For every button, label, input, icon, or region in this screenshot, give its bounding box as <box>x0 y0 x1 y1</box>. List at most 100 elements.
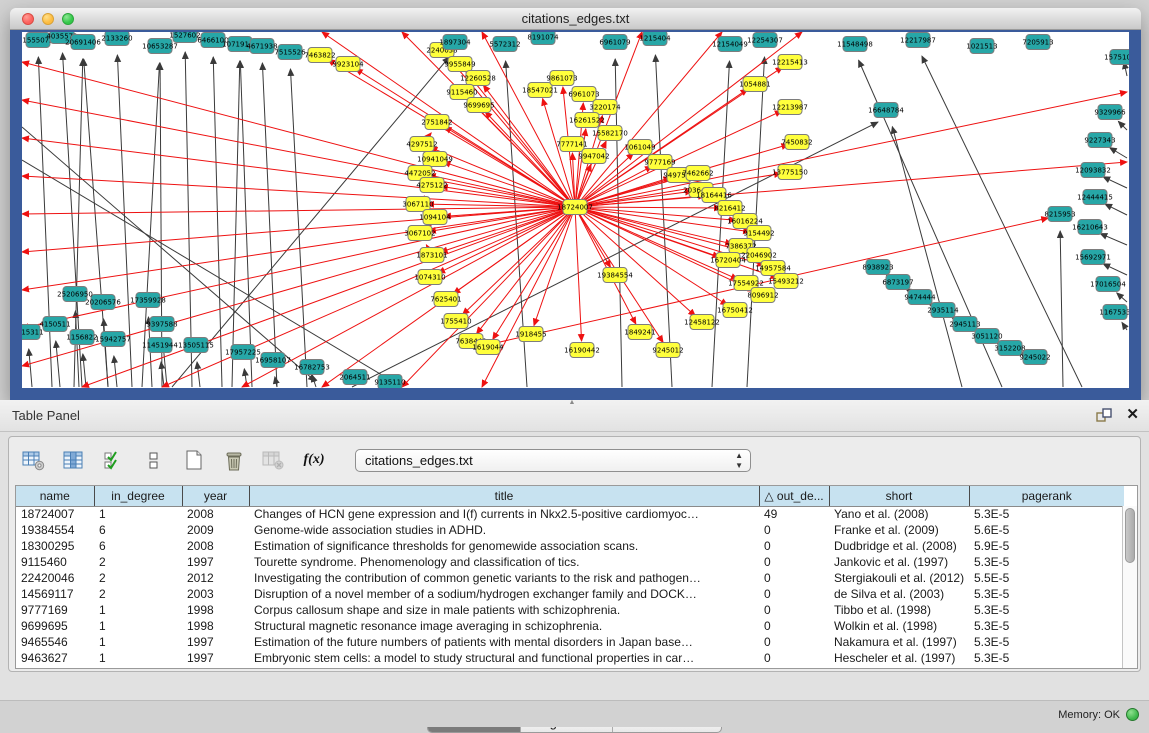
table-cell[interactable]: 5.3E-5 <box>969 650 1124 666</box>
column-header-in_degree[interactable]: in_degree <box>94 486 182 506</box>
table-cell[interactable]: de Silva et al. (2003) <box>829 586 969 602</box>
graph-node[interactable]: 15582170 <box>592 126 628 141</box>
graph-node[interactable]: 8096912 <box>747 288 778 303</box>
table-cell[interactable]: 2008 <box>182 538 249 554</box>
graph-node[interactable]: 7515526 <box>274 45 306 60</box>
graph-node[interactable]: 1021513 <box>966 39 997 54</box>
graph-node[interactable]: 12093832 <box>1075 163 1111 178</box>
table-cell[interactable]: Jankovic et al. (1997) <box>829 554 969 570</box>
table-cell[interactable]: 2008 <box>182 506 249 522</box>
graph-node[interactable]: 1054881 <box>739 77 770 92</box>
new-column-icon[interactable] <box>181 448 207 472</box>
table-cell[interactable]: 9463627 <box>16 650 94 666</box>
graph-node[interactable]: 6961079 <box>599 35 630 50</box>
table-cell[interactable]: Tibbo et al. (1998) <box>829 602 969 618</box>
table-settings-icon[interactable] <box>21 448 47 472</box>
table-cell[interactable]: 1997 <box>182 554 249 570</box>
graph-node[interactable]: 8938923 <box>862 260 893 275</box>
table-cell[interactable]: Corpus callosum shape and size in male p… <box>249 602 759 618</box>
graph-node[interactable]: 1897304 <box>439 35 471 50</box>
table-cell[interactable]: 2009 <box>182 522 249 538</box>
table-cell[interactable]: 5.3E-5 <box>969 602 1124 618</box>
table-row[interactable]: 1872400712008Changes of HCN gene express… <box>16 506 1124 522</box>
graph-node[interactable]: 7205913 <box>1022 35 1053 50</box>
graph-node[interactable]: 4150511 <box>39 317 70 332</box>
table-cell[interactable]: 0 <box>759 634 829 650</box>
graph-node[interactable]: 1061049 <box>624 140 655 155</box>
table-row[interactable]: 977716911998Corpus callosum shape and si… <box>16 602 1124 618</box>
table-cell[interactable]: 0 <box>759 586 829 602</box>
table-selector-dropdown[interactable]: citations_edges.txt ▲▼ <box>355 449 751 472</box>
table-row[interactable]: 911546021997Tourette syndrome. Phenomeno… <box>16 554 1124 570</box>
close-panel-icon[interactable]: ✕ <box>1126 407 1139 423</box>
table-cell[interactable]: 5.3E-5 <box>969 506 1124 522</box>
table-cell[interactable]: 22420046 <box>16 570 94 586</box>
table-cell[interactable]: 1997 <box>182 634 249 650</box>
float-panel-icon[interactable] <box>1096 408 1112 423</box>
table-cell[interactable]: Embryonic stem cells: a model to study s… <box>249 650 759 666</box>
graph-node[interactable]: 10653287 <box>142 39 178 54</box>
graph-node[interactable]: 9397588 <box>146 317 177 332</box>
graph-node[interactable]: 1215404 <box>639 32 671 46</box>
table-cell[interactable]: 1997 <box>182 650 249 666</box>
graph-node[interactable]: 7625401 <box>430 292 461 307</box>
graph-node[interactable]: 12215413 <box>772 55 808 70</box>
graph-node[interactable]: 19384554 <box>597 268 633 283</box>
graph-node[interactable]: 1873101 <box>416 248 447 263</box>
table-cell[interactable]: Investigating the contribution of common… <box>249 570 759 586</box>
graph-node[interactable]: 9135110 <box>374 375 405 389</box>
graph-node[interactable]: 9947042 <box>578 149 609 164</box>
table-cell[interactable]: 6 <box>94 522 182 538</box>
table-cell[interactable]: Estimation of the future numbers of pati… <box>249 634 759 650</box>
table-row[interactable]: 946554611997Estimation of the future num… <box>16 634 1124 650</box>
scrollbar-thumb[interactable] <box>1125 508 1135 563</box>
graph-node[interactable]: 6873197 <box>882 275 913 290</box>
graph-node[interactable]: 4275122 <box>416 178 447 193</box>
graph-node[interactable]: 1527602 <box>169 32 200 43</box>
table-cell[interactable]: 0 <box>759 538 829 554</box>
table-cell[interactable]: 0 <box>759 554 829 570</box>
graph-node[interactable]: 12154049 <box>712 37 748 52</box>
graph-node[interactable]: 1167533 <box>1099 305 1129 320</box>
select-attributes-icon[interactable] <box>101 448 127 472</box>
graph-node[interactable]: 1156822 <box>66 330 97 345</box>
table-cell[interactable]: Tourette syndrome. Phenomenology and cla… <box>249 554 759 570</box>
graph-node[interactable]: 16648784 <box>868 103 904 118</box>
graph-node[interactable]: 9227343 <box>1084 133 1115 148</box>
table-cell[interactable]: 5.3E-5 <box>969 618 1124 634</box>
table-cell[interactable]: Franke et al. (2009) <box>829 522 969 538</box>
graph-node[interactable]: 9955849 <box>444 57 475 72</box>
graph-node[interactable]: 2133260 <box>101 32 132 46</box>
graph-node[interactable]: 7462662 <box>682 166 713 181</box>
table-cell[interactable]: 5.3E-5 <box>969 634 1124 650</box>
graph-node[interactable]: 7463822 <box>304 48 335 63</box>
table-cell[interactable]: Disruption of a novel member of a sodium… <box>249 586 759 602</box>
graph-node[interactable]: 15692971 <box>1075 250 1111 265</box>
graph-node[interactable]: 16190442 <box>564 343 600 358</box>
window-titlebar[interactable]: citations_edges.txt <box>10 8 1141 30</box>
function-builder-icon[interactable]: f(x) <box>301 448 327 472</box>
graph-node[interactable]: 9861073 <box>546 71 577 86</box>
table-cell[interactable]: 5.3E-5 <box>969 554 1124 570</box>
graph-node[interactable]: 3067102 <box>404 226 435 241</box>
table-cell[interactable]: 9777169 <box>16 602 94 618</box>
table-cell[interactable]: 1 <box>94 506 182 522</box>
close-window-button[interactable] <box>22 13 34 25</box>
table-cell[interactable]: Genome-wide association studies in ADHD. <box>249 522 759 538</box>
table-cell[interactable]: 5.3E-5 <box>969 586 1124 602</box>
graph-node[interactable]: 11451944 <box>142 338 178 353</box>
table-cell[interactable]: 9115460 <box>16 554 94 570</box>
table-cell[interactable]: 2 <box>94 554 182 570</box>
graph-node[interactable]: 1094104 <box>419 210 451 225</box>
table-cell[interactable]: Dudbridge et al. (2008) <box>829 538 969 554</box>
graph-node[interactable]: 2064511 <box>339 370 370 385</box>
table-cell[interactable]: 18724007 <box>16 506 94 522</box>
table-row[interactable]: 969969511998Structural magnetic resonanc… <box>16 618 1124 634</box>
vertical-scrollbar[interactable] <box>1122 506 1137 668</box>
graph-node[interactable]: 12254307 <box>747 33 783 48</box>
table-cell[interactable]: 1 <box>94 618 182 634</box>
column-header-name[interactable]: name <box>16 486 94 506</box>
graph-node[interactable]: 12458122 <box>684 315 720 330</box>
table-cell[interactable]: Estimation of significance thresholds fo… <box>249 538 759 554</box>
table-row[interactable]: 1830029562008Estimation of significance … <box>16 538 1124 554</box>
